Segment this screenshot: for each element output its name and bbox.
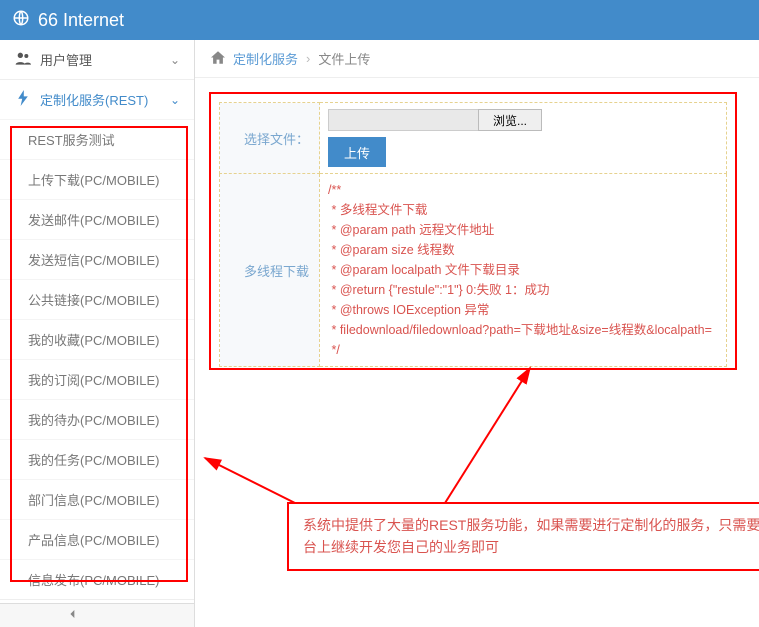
top-bar: 66 Internet bbox=[0, 0, 759, 40]
breadcrumb: 定制化服务 › 文件上传 bbox=[195, 40, 759, 78]
globe-icon bbox=[12, 9, 30, 32]
bolt-icon bbox=[14, 90, 32, 109]
users-icon bbox=[14, 51, 32, 68]
annotation-highlight-panel: 选择文件： 浏览... 上传 多线程下载 bbox=[209, 92, 737, 370]
sidebar-item[interactable]: 公共链接(PC/MOBILE) bbox=[0, 279, 194, 319]
chevron-down-icon: ⌄ bbox=[170, 53, 180, 67]
sidebar-item[interactable]: 发送短信(PC/MOBILE) bbox=[0, 239, 194, 279]
browse-button[interactable]: 浏览... bbox=[478, 109, 542, 131]
breadcrumb-link[interactable]: 定制化服务 bbox=[233, 49, 298, 68]
upload-form-table: 选择文件： 浏览... 上传 多线程下载 bbox=[219, 102, 727, 367]
sidebar-item[interactable]: 信息发布(PC/MOBILE) bbox=[0, 559, 194, 599]
sidebar-item[interactable]: REST服务测试 bbox=[0, 119, 194, 159]
content-area: 定制化服务 › 文件上传 选择文件： 浏览... bbox=[195, 40, 759, 627]
sidebar-item[interactable]: 我的订阅(PC/MOBILE) bbox=[0, 359, 194, 399]
sidebar-collapse-bar[interactable]: ⏴ bbox=[0, 603, 194, 627]
brand-title: 66 Internet bbox=[38, 10, 124, 31]
sidebar: 用户管理 ⌄ 定制化服务(REST) ⌄ REST服务测试 上传下载(PC/MO… bbox=[0, 40, 195, 627]
chevron-down-icon: ⌄ bbox=[170, 93, 180, 107]
select-file-label: 选择文件： bbox=[220, 103, 320, 174]
nav-user-management[interactable]: 用户管理 ⌄ bbox=[0, 40, 194, 79]
sidebar-item[interactable]: 部门信息(PC/MOBILE) bbox=[0, 479, 194, 519]
file-path-field[interactable] bbox=[328, 109, 478, 131]
nav-custom-items: REST服务测试 上传下载(PC/MOBILE) 发送邮件(PC/MOBILE)… bbox=[0, 119, 194, 599]
code-comment-block: /** * 多线程文件下载 * @param path 远程文件地址 * @pa… bbox=[328, 180, 718, 360]
sidebar-item[interactable]: 我的待办(PC/MOBILE) bbox=[0, 399, 194, 439]
nav-custom-services[interactable]: 定制化服务(REST) ⌄ bbox=[0, 80, 194, 119]
file-chooser[interactable]: 浏览... bbox=[328, 109, 718, 131]
annotation-callout: 系统中提供了大量的REST服务功能，如果需要进行定制化的服务，只需要在此平台上继… bbox=[287, 502, 759, 571]
sidebar-item[interactable]: 我的收藏(PC/MOBILE) bbox=[0, 319, 194, 359]
chevron-right-icon: › bbox=[306, 51, 310, 66]
collapse-left-icon: ⏴ bbox=[70, 609, 76, 622]
sidebar-item[interactable]: 产品信息(PC/MOBILE) bbox=[0, 519, 194, 559]
home-icon[interactable] bbox=[211, 51, 225, 67]
upload-button[interactable]: 上传 bbox=[328, 137, 386, 167]
sidebar-item[interactable]: 发送邮件(PC/MOBILE) bbox=[0, 199, 194, 239]
multithread-label: 多线程下载 bbox=[220, 174, 320, 367]
nav-label: 用户管理 bbox=[40, 50, 170, 69]
sidebar-item[interactable]: 我的任务(PC/MOBILE) bbox=[0, 439, 194, 479]
breadcrumb-current: 文件上传 bbox=[318, 49, 370, 68]
nav-label: 定制化服务(REST) bbox=[40, 90, 170, 109]
sidebar-item[interactable]: 上传下载(PC/MOBILE) bbox=[0, 159, 194, 199]
